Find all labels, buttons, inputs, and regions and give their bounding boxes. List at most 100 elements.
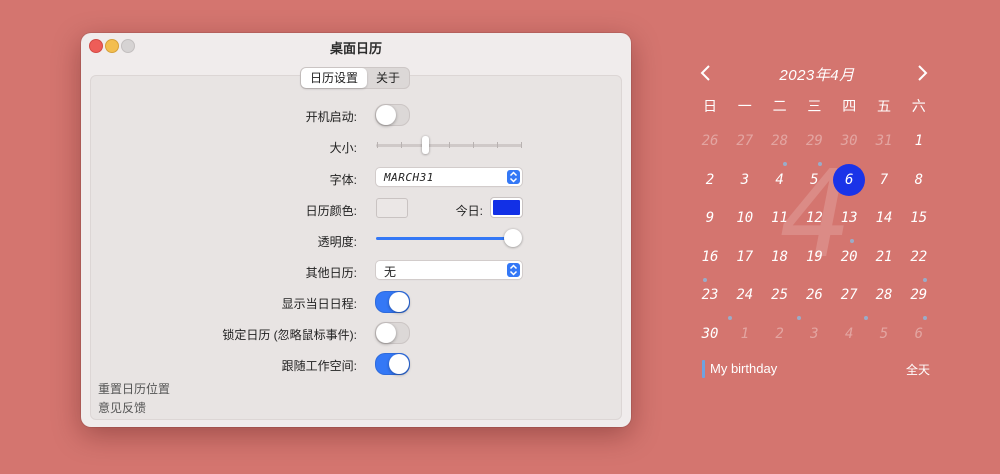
- size-tick: [449, 142, 450, 148]
- day-cell[interactable]: 18: [763, 242, 797, 272]
- opacity-label: 透明度:: [317, 235, 357, 249]
- day-cell[interactable]: 4: [763, 165, 797, 195]
- event-marker-dot: [922, 277, 927, 282]
- day-cell[interactable]: 26: [797, 280, 831, 310]
- launch-at-login-label: 开机启动:: [305, 110, 357, 124]
- updown-chevron-icon: [507, 170, 520, 184]
- day-cell[interactable]: 15: [902, 203, 936, 233]
- today-color-label: 今日:: [455, 204, 483, 218]
- desktop-calendar-widget: 2023年4月 4 日一二三四五六 26 27 28 29 30 31 1 2 3 4 5 6 7 8 9 1…: [692, 58, 942, 378]
- size-slider-thumb[interactable]: [422, 136, 429, 154]
- font-select[interactable]: MARCH31: [376, 168, 522, 186]
- month-title: 2023年4月: [779, 67, 855, 84]
- weekday-label: 一: [737, 98, 752, 114]
- day-cell[interactable]: 29: [797, 126, 831, 156]
- day-cell[interactable]: 1: [728, 319, 762, 349]
- next-month-button[interactable]: [916, 62, 928, 88]
- size-tick: [401, 142, 402, 148]
- day-cell[interactable]: 16: [693, 242, 727, 272]
- updown-chevron-icon: [507, 263, 520, 277]
- day-cell[interactable]: 19: [797, 242, 831, 272]
- lock-calendar-toggle[interactable]: [375, 322, 410, 344]
- event-marker-dot: [727, 316, 732, 320]
- chevron-right-icon: [918, 65, 928, 81]
- day-cell[interactable]: 17: [728, 242, 762, 272]
- reset-position-link[interactable]: 重置日历位置: [98, 380, 170, 397]
- day-cell-today[interactable]: 6: [832, 165, 866, 195]
- event-color-bar: [702, 360, 705, 378]
- day-cell[interactable]: 9: [693, 203, 727, 233]
- day-cell[interactable]: 5: [867, 319, 901, 349]
- day-cell[interactable]: 22: [902, 242, 936, 272]
- toggle-knob: [376, 105, 396, 125]
- show-today-schedule-toggle[interactable]: [375, 291, 410, 313]
- day-cell[interactable]: 28: [763, 126, 797, 156]
- size-tick: [521, 142, 522, 148]
- event-title[interactable]: My birthday: [710, 361, 777, 376]
- toggle-knob: [389, 292, 409, 312]
- window-title: 桌面日历: [329, 41, 382, 56]
- event-time: 全天: [905, 363, 930, 377]
- show-today-schedule-label: 显示当日日程:: [281, 297, 357, 311]
- event-marker-dot: [922, 316, 927, 320]
- weekday-label: 二: [772, 98, 787, 114]
- day-cell[interactable]: 27: [728, 126, 762, 156]
- title-bar[interactable]: 桌面日历: [81, 33, 631, 59]
- day-cell[interactable]: 24: [728, 280, 762, 310]
- day-cell[interactable]: 4: [832, 319, 866, 349]
- tab-segmented-control: 日历设置 关于: [300, 67, 411, 89]
- day-cell[interactable]: 30: [693, 319, 727, 349]
- font-select-value: MARCH31: [384, 171, 434, 184]
- weekday-label: 四: [842, 98, 857, 114]
- event-marker-dot: [863, 316, 868, 320]
- day-cell[interactable]: 13: [832, 203, 866, 233]
- other-calendar-value: 无: [384, 265, 397, 279]
- tab-about[interactable]: 关于: [367, 68, 409, 88]
- day-cell[interactable]: 29: [902, 280, 936, 310]
- settings-window: 桌面日历 日历设置 关于 开机启动: 大小: 字体: MARCH31 日历颜色:…: [81, 33, 631, 427]
- weekday-label: 日: [703, 98, 717, 114]
- feedback-link[interactable]: 意见反馈: [98, 399, 146, 416]
- day-cell[interactable]: 23: [693, 280, 727, 310]
- day-cell[interactable]: 25: [763, 280, 797, 310]
- opacity-slider-track[interactable]: [376, 237, 513, 240]
- size-tick: [497, 142, 498, 148]
- event-marker-dot: [849, 239, 854, 243]
- opacity-slider-thumb[interactable]: [504, 229, 522, 247]
- day-cell[interactable]: 28: [867, 280, 901, 310]
- day-cell[interactable]: 8: [902, 165, 936, 195]
- day-cell[interactable]: 1: [902, 126, 936, 156]
- day-cell[interactable]: 2: [763, 319, 797, 349]
- day-cell[interactable]: 3: [728, 165, 762, 195]
- size-tick: [473, 142, 474, 148]
- day-cell[interactable]: 11: [763, 203, 797, 233]
- weekday-label: 三: [807, 98, 822, 114]
- follow-workspace-toggle[interactable]: [375, 353, 410, 375]
- day-cell[interactable]: 5: [797, 165, 831, 195]
- day-cell[interactable]: 31: [867, 126, 901, 156]
- other-calendar-select[interactable]: 无: [376, 261, 522, 279]
- launch-at-login-toggle[interactable]: [375, 104, 410, 126]
- weekday-label: 六: [911, 98, 926, 114]
- toggle-knob: [389, 354, 409, 374]
- day-cell[interactable]: 30: [832, 126, 866, 156]
- day-cell[interactable]: 21: [867, 242, 901, 272]
- weekday-label: 五: [877, 98, 891, 114]
- size-tick: [377, 142, 378, 148]
- follow-workspace-label: 跟随工作空间:: [281, 359, 357, 373]
- today-color-well[interactable]: [491, 198, 522, 217]
- day-cell[interactable]: 26: [693, 126, 727, 156]
- size-label: 大小:: [329, 141, 357, 155]
- day-cell[interactable]: 12: [797, 203, 831, 233]
- day-cell[interactable]: 10: [728, 203, 762, 233]
- other-calendar-label: 其他日历:: [305, 266, 357, 280]
- day-cell[interactable]: 27: [832, 280, 866, 310]
- day-cell[interactable]: 2: [693, 165, 727, 195]
- day-cell[interactable]: 3: [797, 319, 831, 349]
- day-cell[interactable]: 14: [867, 203, 901, 233]
- tab-calendar-settings[interactable]: 日历设置: [301, 68, 368, 88]
- lock-calendar-label: 锁定日历 (忽略鼠标事件):: [222, 328, 357, 342]
- day-cell[interactable]: 7: [867, 165, 901, 195]
- day-cell[interactable]: 6: [902, 319, 936, 349]
- day-cell[interactable]: 20: [832, 242, 866, 272]
